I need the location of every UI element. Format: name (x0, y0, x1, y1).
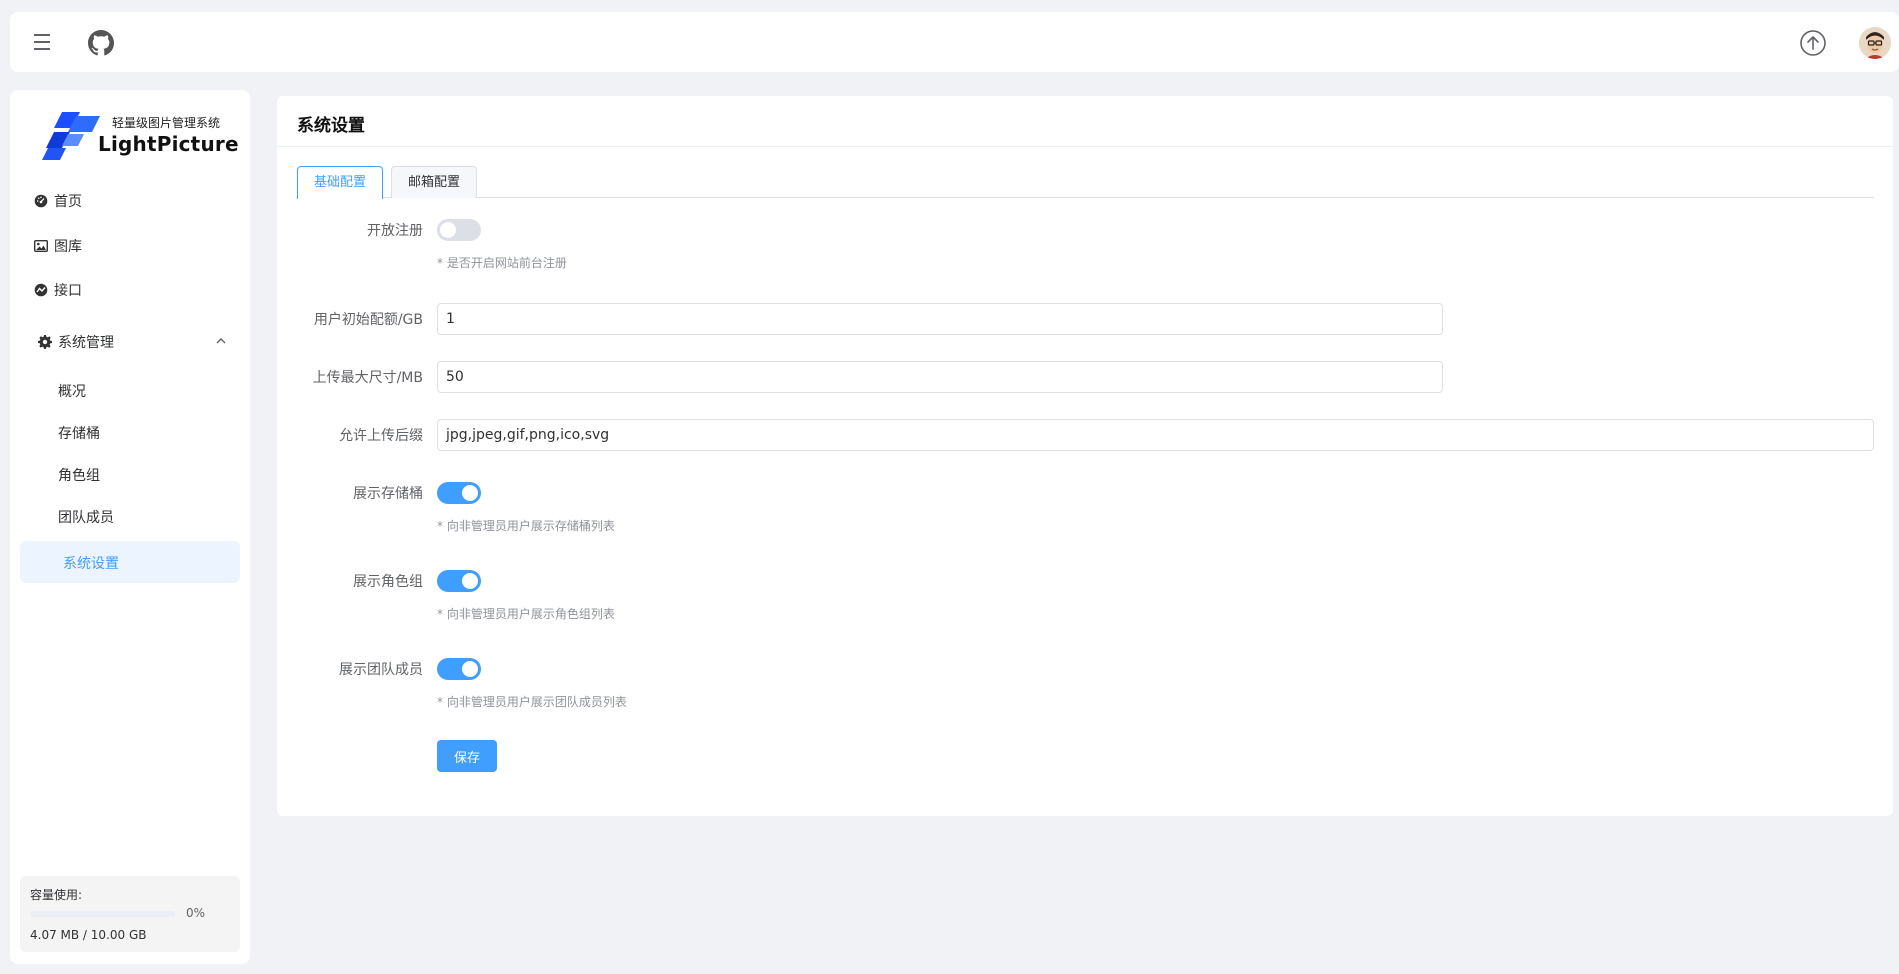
init-quota-label: 用户初始配额/GB (313, 312, 423, 328)
open-register-switch[interactable] (437, 219, 481, 241)
tab-email-config[interactable]: 邮箱配置 (391, 166, 478, 198)
sidebar-item-label: 接口 (54, 283, 82, 299)
sidebar-subitem-label: 系统设置 (63, 556, 119, 572)
capacity-progress-bar (30, 911, 175, 917)
sidebar-item-home[interactable]: 首页 (34, 189, 82, 213)
open-register-label: 开放注册 (367, 223, 423, 239)
api-icon (34, 283, 48, 297)
sidebar-group-label: 系统管理 (58, 335, 114, 351)
sidebar-item-api[interactable]: 接口 (34, 278, 82, 302)
sidebar-item-label: 图库 (54, 239, 82, 255)
show-team-label: 展示团队成员 (339, 662, 423, 678)
sidebar-subitem-settings[interactable]: 系统设置 (20, 541, 240, 583)
brand-tagline: 轻量级图片管理系统 (112, 116, 221, 130)
show-team-switch[interactable] (437, 658, 481, 680)
avatar[interactable] (1859, 27, 1891, 59)
capacity-used: 4.07 MB / 10.00 GB (30, 928, 147, 942)
upload-circle-icon[interactable] (1799, 29, 1827, 57)
show-role-label: 展示角色组 (353, 574, 423, 590)
show-bucket-hint: * 向非管理员用户展示存储桶列表 (437, 519, 615, 533)
card-divider (277, 146, 1893, 147)
image-icon (34, 239, 48, 253)
logo: 轻量级图片管理系统 LightPicture (40, 110, 239, 162)
capacity-percent: 0% (186, 906, 206, 920)
show-team-hint: * 向非管理员用户展示团队成员列表 (437, 695, 627, 709)
init-quota-input[interactable]: 1 (437, 303, 1443, 335)
chevron-up-icon (214, 334, 228, 348)
brand-name: LightPicture (98, 132, 239, 156)
sidebar-subitem-roles[interactable]: 角色组 (58, 465, 100, 487)
settings-card: 系统设置 基础配置 邮箱配置 开放注册 * 是否开启网站前台注册 用户初始配额/… (277, 96, 1893, 816)
open-register-hint: * 是否开启网站前台注册 (437, 256, 567, 270)
hamburger-icon[interactable] (30, 30, 54, 54)
sidebar-subitem-buckets[interactable]: 存储桶 (58, 423, 100, 445)
capacity-label: 容量使用: (30, 888, 83, 902)
tab-bar: 基础配置 邮箱配置 (297, 166, 1874, 199)
allowed-ext-input[interactable]: jpg,jpeg,gif,png,ico,svg (437, 419, 1874, 451)
show-bucket-switch[interactable] (437, 482, 481, 504)
page-title: 系统设置 (297, 116, 365, 136)
capacity-panel: 容量使用: 0% 4.07 MB / 10.00 GB (20, 876, 240, 952)
sidebar-group-system[interactable]: 系统管理 (38, 330, 228, 354)
sidebar-item-label: 首页 (54, 194, 82, 210)
github-icon[interactable] (88, 30, 114, 56)
sidebar-subitem-overview[interactable]: 概况 (58, 381, 86, 403)
tab-basic-config[interactable]: 基础配置 (297, 166, 384, 199)
max-upload-input[interactable]: 50 (437, 361, 1443, 393)
show-role-hint: * 向非管理员用户展示角色组列表 (437, 607, 615, 621)
show-role-switch[interactable] (437, 570, 481, 592)
logo-mark-icon (42, 112, 100, 160)
sidebar-subitem-team[interactable]: 团队成员 (58, 507, 114, 529)
gear-icon (38, 335, 52, 349)
show-bucket-label: 展示存储桶 (353, 486, 423, 502)
sidebar: 轻量级图片管理系统 LightPicture 首页 图库 接口 系统管理 概况 … (10, 90, 250, 964)
top-header (10, 12, 1899, 72)
save-button[interactable]: 保存 (437, 740, 497, 772)
allowed-ext-label: 允许上传后缀 (339, 428, 423, 444)
dashboard-icon (34, 194, 48, 208)
sidebar-item-gallery[interactable]: 图库 (34, 234, 82, 258)
max-upload-label: 上传最大尺寸/MB (312, 370, 423, 386)
